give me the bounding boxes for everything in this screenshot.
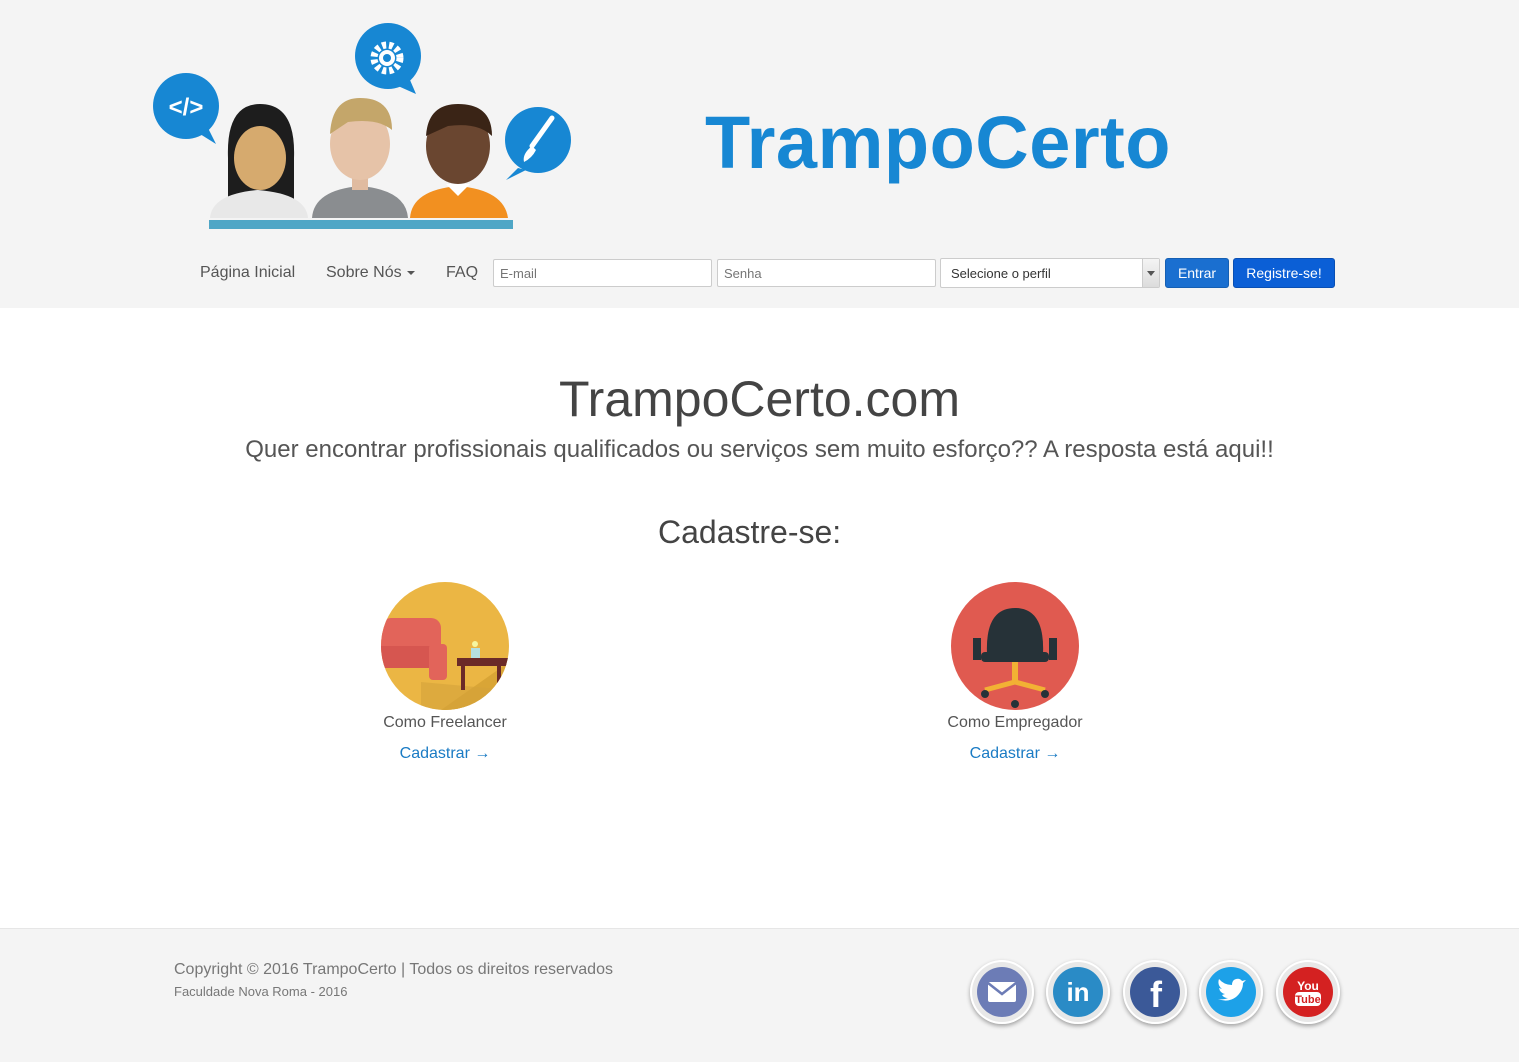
- freelancer-card: Como Freelancer Cadastrar →: [345, 582, 545, 763]
- caret-down-icon: [406, 270, 415, 275]
- svg-text:You: You: [1297, 979, 1319, 993]
- faculty-text: Faculdade Nova Roma - 2016: [174, 984, 348, 999]
- employer-image: [951, 582, 1079, 710]
- twitter-social-button[interactable]: [1199, 960, 1263, 1024]
- person-woman-icon: [210, 104, 308, 218]
- freelancer-image: [381, 582, 509, 710]
- brush-bubble-icon: [505, 107, 571, 180]
- email-icon: [977, 967, 1027, 1017]
- office-chair-icon: [951, 582, 1079, 710]
- linkedin-social-button[interactable]: in: [1046, 960, 1110, 1024]
- nav-about-dropdown[interactable]: Sobre Nós: [326, 264, 415, 282]
- freelancer-label: Como Freelancer: [383, 714, 507, 731]
- site-header: </> TrampoCerto Página Inicial Sobre Nós…: [0, 0, 1519, 308]
- top-nav: Página Inicial Sobre Nós FAQ Selecione o…: [0, 258, 1519, 290]
- person-blond-icon: [312, 98, 408, 218]
- brand-logo-text: TrampoCerto: [705, 101, 1172, 184]
- register-button[interactable]: Registre-se!: [1233, 258, 1335, 288]
- youtube-social-button[interactable]: You Tube: [1276, 960, 1340, 1024]
- gear-bubble-icon: [355, 23, 421, 94]
- code-bubble-icon: </>: [153, 73, 219, 144]
- profile-select[interactable]: Selecione o perfil: [940, 258, 1160, 288]
- nav-home-link[interactable]: Página Inicial: [200, 264, 295, 282]
- email-input[interactable]: [493, 259, 712, 287]
- copyright-text: Copyright © 2016 TrampoCerto | Todos os …: [174, 961, 613, 978]
- linkedin-icon: in: [1053, 967, 1103, 1017]
- twitter-icon: [1206, 967, 1256, 1017]
- page-subtitle: Quer encontrar profissionais qualificado…: [245, 436, 1274, 463]
- nav-about-label: Sobre Nós: [326, 264, 402, 281]
- signup-heading: Cadastre-se:: [658, 514, 842, 550]
- page-title: TrampoCerto.com: [558, 371, 961, 427]
- employer-signup-link[interactable]: Cadastrar →: [970, 745, 1061, 763]
- youtube-icon: You Tube: [1283, 967, 1333, 1017]
- site-footer: Copyright © 2016 TrampoCerto | Todos os …: [0, 928, 1519, 1062]
- login-button[interactable]: Entrar: [1165, 258, 1229, 288]
- email-social-button[interactable]: [970, 960, 1034, 1024]
- chevron-down-icon: [1142, 259, 1159, 287]
- person-dark-icon: [410, 104, 508, 218]
- svg-text:Tube: Tube: [1295, 994, 1320, 1006]
- svg-text:in: in: [1066, 977, 1089, 1007]
- svg-text:f: f: [1150, 974, 1163, 1015]
- freelancer-signup-link[interactable]: Cadastrar →: [400, 745, 491, 763]
- facebook-icon: f: [1130, 967, 1180, 1017]
- employer-card: Como Empregador Cadastrar →: [915, 582, 1115, 763]
- svg-text:</>: </>: [169, 94, 204, 121]
- team-illustration: </>: [153, 23, 571, 229]
- nav-faq-link[interactable]: FAQ: [446, 264, 478, 282]
- employer-label: Como Empregador: [947, 714, 1083, 731]
- profile-select-value: Selecione o perfil: [951, 266, 1051, 281]
- sofa-icon: [381, 582, 509, 710]
- facebook-social-button[interactable]: f: [1123, 960, 1187, 1024]
- password-input[interactable]: [717, 259, 936, 287]
